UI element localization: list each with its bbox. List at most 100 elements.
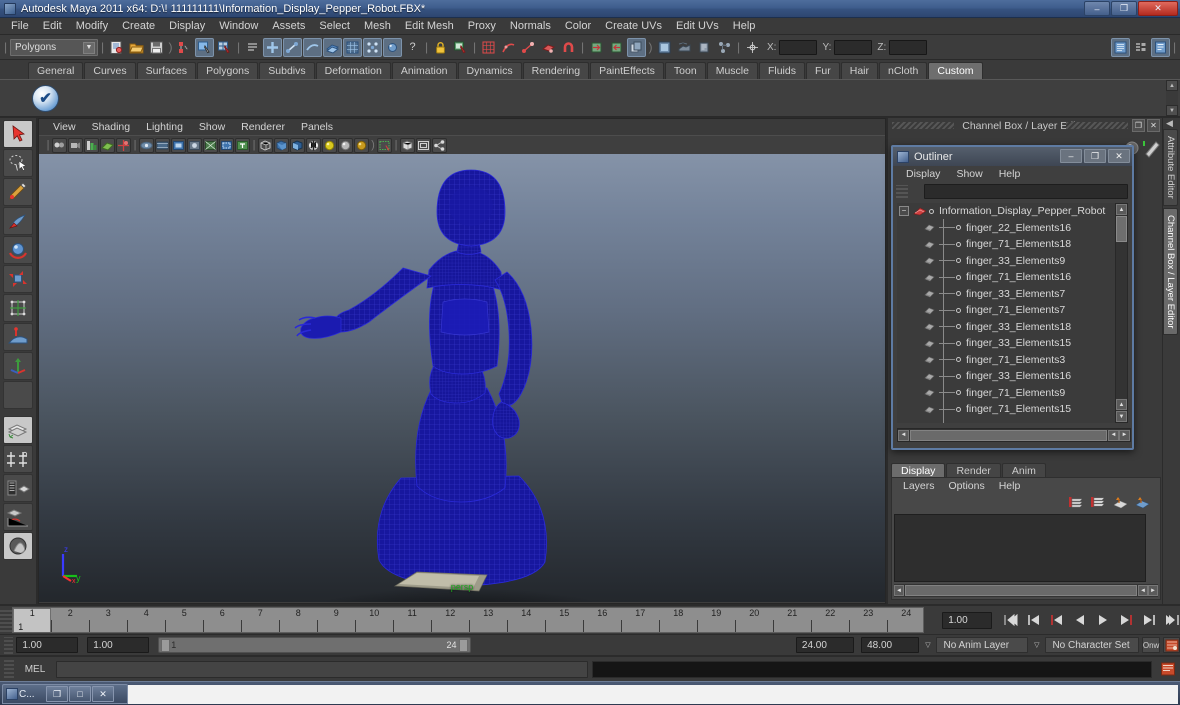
- component-mask-icon[interactable]: [243, 38, 262, 57]
- layer-editor-toggle-icon[interactable]: [1131, 38, 1150, 57]
- smooth-shade-selected-icon[interactable]: [290, 137, 305, 153]
- snap-curve-icon[interactable]: [499, 38, 518, 57]
- shelf-scroll-down-icon[interactable]: ▼: [1166, 105, 1178, 116]
- menu-window[interactable]: Window: [212, 18, 265, 34]
- layer-up-icon[interactable]: [1112, 495, 1128, 509]
- coord-z-field[interactable]: [889, 39, 928, 55]
- command-language-label[interactable]: MEL: [18, 664, 52, 675]
- chevron-down-icon[interactable]: ▽: [922, 641, 933, 649]
- paint-select-tool[interactable]: [3, 178, 33, 206]
- chevron-down-icon[interactable]: ▽: [1031, 641, 1042, 649]
- ipr-render-icon[interactable]: [675, 38, 694, 57]
- shelf-tab-hair[interactable]: Hair: [840, 62, 878, 79]
- four-view-layout[interactable]: [3, 445, 33, 473]
- tab-render[interactable]: Render: [946, 463, 1001, 477]
- menu-color[interactable]: Color: [558, 18, 598, 34]
- maximize-button[interactable]: ❐: [1111, 1, 1137, 16]
- auto-keyframe-toggle[interactable]: Onw: [1142, 637, 1161, 653]
- menu-display[interactable]: Display: [162, 18, 212, 34]
- render-current-frame-icon[interactable]: [451, 38, 470, 57]
- layer-menu-layers[interactable]: Layers: [896, 479, 942, 493]
- shelf-tab-fur[interactable]: Fur: [805, 62, 840, 79]
- list-item[interactable]: finger_71_Elements3: [897, 352, 1118, 369]
- face-mask-icon[interactable]: [303, 37, 322, 57]
- resolution-gate-icon[interactable]: [171, 137, 186, 153]
- scroll-down-icon[interactable]: ▼: [1116, 411, 1127, 422]
- layer-scroll-left-icon[interactable]: ◄: [894, 585, 904, 596]
- outliner-menu-show[interactable]: Show: [948, 167, 990, 181]
- select-by-component-icon[interactable]: [215, 38, 234, 57]
- snap-point-icon[interactable]: [519, 38, 538, 57]
- safe-action-icon[interactable]: [203, 137, 218, 153]
- render-view-icon[interactable]: [655, 38, 674, 57]
- taskbar-close-button[interactable]: ✕: [92, 686, 114, 702]
- shelf-tab-general[interactable]: General: [28, 62, 84, 79]
- shelf-tab-surfaces[interactable]: Surfaces: [136, 62, 197, 79]
- select-camera-icon[interactable]: [52, 137, 67, 153]
- command-line-drag-handle[interactable]: [4, 660, 14, 678]
- dock-collapse-icon[interactable]: ◀: [1163, 118, 1180, 129]
- menu-file[interactable]: File: [4, 18, 36, 34]
- anim-end-time-field[interactable]: 48.00: [861, 637, 920, 653]
- render-settings-icon[interactable]: [695, 38, 714, 57]
- open-scene-icon[interactable]: [127, 38, 146, 57]
- viewport-menu-panels[interactable]: Panels: [293, 120, 341, 134]
- layer-editor-horizontal-scrollbar[interactable]: ◄ ◄ ►: [894, 584, 1158, 597]
- list-item[interactable]: finger_33_Elements7: [897, 286, 1118, 303]
- smooth-shade-all-icon[interactable]: [274, 137, 289, 153]
- text-overlay-icon[interactable]: [235, 137, 250, 153]
- shelf-tab-dynamics[interactable]: Dynamics: [457, 62, 522, 79]
- channel-box-close-button[interactable]: ✕: [1147, 119, 1160, 132]
- outliner-vertical-scrollbar[interactable]: ▲ ▲ ▼: [1115, 203, 1128, 423]
- menu-edit[interactable]: Edit: [36, 18, 69, 34]
- menu-normals[interactable]: Normals: [503, 18, 558, 34]
- outliner-menu-help[interactable]: Help: [991, 167, 1029, 181]
- output-connections-icon[interactable]: [607, 38, 626, 57]
- shelf-tab-polygons[interactable]: Polygons: [197, 62, 259, 79]
- viewport-menu-shading[interactable]: Shading: [84, 120, 139, 134]
- shelf-tab-muscle[interactable]: Muscle: [706, 62, 758, 79]
- step-forward-keyframe-icon[interactable]: [1140, 612, 1157, 629]
- outliner-tree-list[interactable]: − Information_Display_Pepper_Robot finge…: [897, 203, 1118, 423]
- vertex-face-mask-icon[interactable]: [343, 37, 362, 57]
- image-plane-icon[interactable]: [100, 137, 115, 153]
- attribute-editor-toggle-icon[interactable]: [1151, 37, 1170, 57]
- viewport-3d-canvas[interactable]: persp z y x: [39, 154, 885, 602]
- collapse-expander-icon[interactable]: −: [899, 206, 909, 217]
- close-button[interactable]: ✕: [1138, 1, 1178, 16]
- panel-drag-handle[interactable]: [892, 122, 954, 129]
- range-start-handle[interactable]: [161, 638, 171, 652]
- taskbar-restore-button[interactable]: ❐: [46, 686, 68, 702]
- menu-create[interactable]: Create: [115, 18, 162, 34]
- menu-mesh[interactable]: Mesh: [357, 18, 398, 34]
- coord-x-field[interactable]: [779, 39, 818, 55]
- taskbar-maximize-button[interactable]: □: [69, 686, 91, 702]
- xray-icon[interactable]: [377, 137, 392, 153]
- time-slider-track[interactable]: 1 1 2 3 4 5 6 7 8 9 10 11 12 13 14 15 16 17 18 19 20 21 22 23 2…: [12, 607, 925, 633]
- panel-layout-icon[interactable]: [416, 137, 431, 153]
- shelf-tab-painteffects[interactable]: PaintEffects: [590, 62, 664, 79]
- scrollbar-track[interactable]: [910, 429, 1107, 441]
- outliner-title-bar[interactable]: Outliner – ❐ ✕: [893, 147, 1132, 166]
- script-editor-icon[interactable]: [1160, 661, 1176, 677]
- time-slider-drag-handle[interactable]: [0, 608, 13, 632]
- list-item[interactable]: finger_71_Elements7: [897, 302, 1118, 319]
- safe-title-icon[interactable]: [219, 137, 234, 153]
- outliner-search-input[interactable]: [924, 184, 1128, 199]
- shelf-tab-curves[interactable]: Curves: [84, 62, 136, 79]
- playback-start-time-field[interactable]: 1.00: [87, 637, 150, 653]
- share-icon[interactable]: [432, 137, 447, 153]
- isolate-select-icon[interactable]: [400, 137, 415, 153]
- shelf-tab-rendering[interactable]: Rendering: [522, 62, 590, 79]
- lasso-select-tool[interactable]: [3, 149, 33, 177]
- scroll-left-icon[interactable]: ◄: [898, 429, 909, 441]
- minimize-button[interactable]: –: [1084, 1, 1110, 16]
- input-connections-icon[interactable]: [587, 38, 606, 57]
- go-to-start-icon[interactable]: [1002, 612, 1019, 629]
- menu-select[interactable]: Select: [312, 18, 357, 34]
- channel-box-toggle-icon[interactable]: [1111, 37, 1130, 57]
- outliner-root-row[interactable]: − Information_Display_Pepper_Robot: [897, 203, 1118, 220]
- new-scene-icon[interactable]: [107, 38, 126, 57]
- new-layer-from-selected-icon[interactable]: [1090, 495, 1106, 509]
- snap-grid-icon[interactable]: [479, 38, 498, 57]
